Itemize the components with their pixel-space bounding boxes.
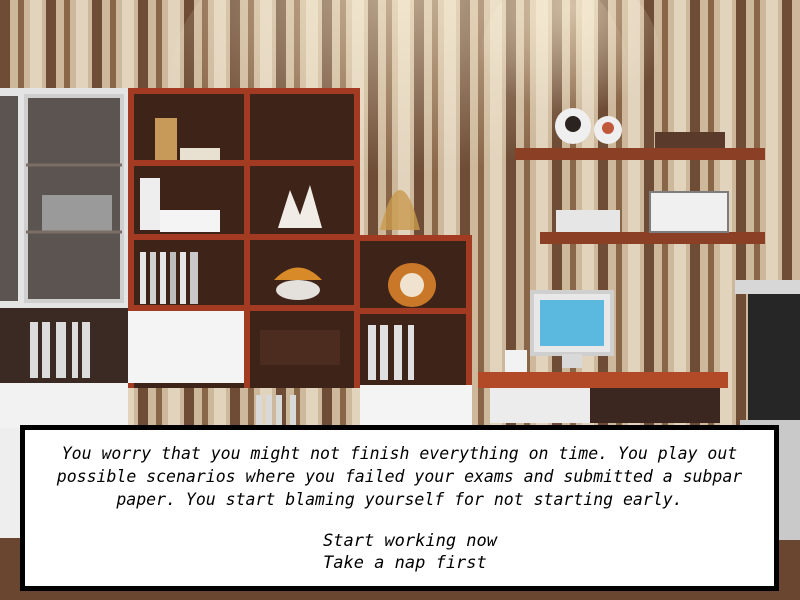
glass-cabinet [0,88,128,308]
choice-start-working[interactable]: Start working now [323,530,497,552]
narration-text: You worry that you might not finish ever… [56,444,743,509]
choice-list: Start working now Take a nap first [323,530,497,574]
bookcase [128,88,360,425]
choice-take-nap[interactable]: Take a nap first [323,552,497,574]
dialogue-box: You worry that you might not finish ever… [20,425,779,591]
